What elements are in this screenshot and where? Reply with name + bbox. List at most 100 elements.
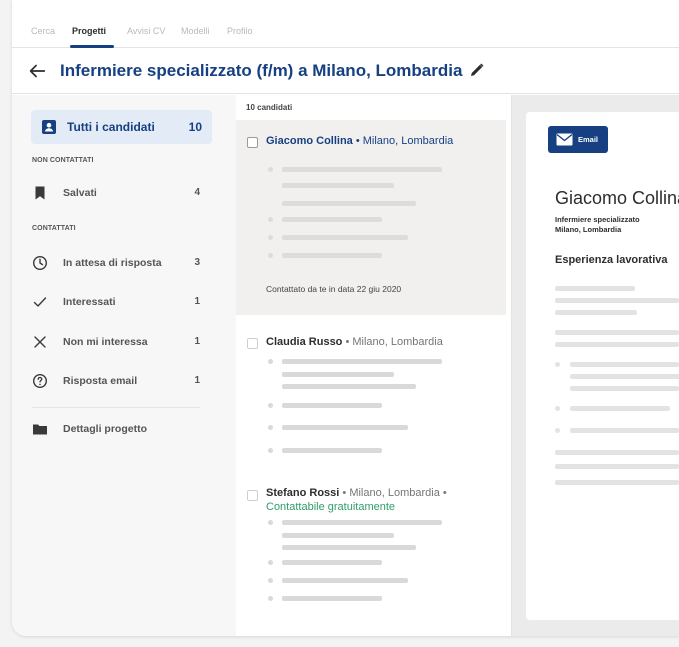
placeholder-line [282, 372, 394, 377]
placeholder-line [282, 425, 408, 430]
candidate-preview: Email Giacomo Collina Infermiere special… [526, 112, 679, 620]
placeholder-dot [268, 448, 273, 453]
tab-progetti[interactable]: Progetti [72, 26, 106, 36]
placeholder-dot [268, 596, 273, 601]
candidate-name-line[interactable]: Stefano Rossi • Milano, Lombardia • [266, 487, 447, 499]
sidebar-item-label: In attesa di risposta [63, 257, 162, 269]
sidebar-item-label: Salvati [63, 187, 97, 199]
placeholder-line [555, 310, 637, 315]
tab-modelli[interactable]: Modelli [181, 26, 210, 36]
placeholder-dot [268, 253, 273, 258]
candidate-checkbox[interactable] [247, 137, 258, 148]
placeholder-dot [268, 217, 273, 222]
placeholder-line [282, 596, 382, 601]
tab-profilo[interactable]: Profilo [227, 26, 253, 36]
sidebar-item-all-candidates[interactable]: Tutti i candidati 10 [31, 110, 212, 144]
sidebar-divider [32, 407, 200, 408]
placeholder-line [282, 384, 416, 389]
preview-location: Milano, Lombardia [555, 225, 622, 234]
tab-avvisi-cv[interactable]: Avvisi CV [127, 26, 165, 36]
placeholder-line [282, 253, 382, 258]
candidate-name-line[interactable]: Giacomo Collina • Milano, Lombardia [266, 135, 453, 147]
sidebar-item-label: Interessati [63, 296, 116, 308]
placeholder-line [555, 450, 679, 455]
free-contact-label: Contattabile gratuitamente [266, 501, 396, 513]
placeholder-line [555, 330, 679, 335]
sidebar-item-project-details[interactable]: Dettagli progetto [32, 419, 202, 439]
arrow-left-icon[interactable] [26, 60, 48, 82]
preview-role: Infermiere specializzato [555, 215, 640, 224]
question-circle-icon [32, 373, 48, 389]
placeholder-dot [268, 359, 273, 364]
section-contacted: CONTATTATI [32, 225, 76, 232]
person-badge-icon [42, 120, 56, 134]
placeholder-line [282, 217, 382, 222]
sidebar-item-email-reply[interactable]: Risposta email 1 [32, 371, 202, 391]
placeholder-line [282, 359, 442, 364]
sidebar-item-label: Tutti i candidati [67, 120, 155, 134]
candidate-location: • Milano, Lombardia [352, 135, 454, 147]
sidebar-item-count: 1 [194, 375, 200, 386]
candidate-count: 10 candidati [246, 103, 293, 112]
candidate-checkbox[interactable] [247, 338, 258, 349]
placeholder-line [570, 374, 679, 379]
page-title: Infermiere specializzato (f/m) a Milano,… [60, 61, 463, 80]
placeholder-dot [268, 578, 273, 583]
placeholder-line [555, 464, 679, 469]
placeholder-dot [555, 428, 560, 433]
placeholder-dot [268, 167, 273, 172]
placeholder-line [282, 167, 442, 172]
sidebar-item-label: Non mi interessa [63, 336, 148, 348]
sidebar-item-count: 10 [188, 120, 202, 134]
placeholder-line [570, 362, 679, 367]
sidebar-item-count: 1 [194, 296, 200, 307]
placeholder-line [282, 235, 408, 240]
sidebar-item-not-interested[interactable]: Non mi interessa 1 [32, 332, 202, 352]
candidate-name-line[interactable]: Claudia Russo • Milano, Lombardia [266, 336, 443, 348]
preview-name: Giacomo Collina [555, 188, 679, 208]
candidate-list: 10 candidati Giacomo Collina • Milano, L… [236, 95, 512, 636]
placeholder-dot [268, 560, 273, 565]
sidebar-item-interested[interactable]: Interessati 1 [32, 292, 202, 312]
email-button[interactable]: Email [548, 126, 608, 153]
section-not-contacted: NON CONTATTATI [32, 157, 94, 164]
contacted-date: Contattato da te in data 22 giu 2020 [266, 284, 402, 294]
placeholder-line [555, 286, 635, 291]
tab-cerca[interactable]: Cerca [31, 26, 55, 36]
close-icon [34, 336, 46, 348]
placeholder-dot [268, 403, 273, 408]
candidate-location: • Milano, Lombardia [342, 336, 443, 348]
placeholder-line [555, 342, 679, 347]
placeholder-line [282, 533, 394, 538]
placeholder-line [282, 520, 442, 525]
sidebar-item-count: 4 [194, 187, 200, 198]
sidebar: Tutti i candidati 10 NON CONTATTATI Salv… [12, 95, 236, 636]
candidate-card[interactable]: Giacomo Collina • Milano, Lombardia Cont… [236, 120, 506, 315]
placeholder-line [282, 183, 394, 188]
envelope-icon [556, 133, 573, 146]
top-nav: Cerca Progetti Avvisi CV Modelli Profilo [12, 0, 679, 48]
email-button-label: Email [578, 135, 599, 144]
placeholder-line [570, 386, 679, 391]
placeholder-line [282, 560, 382, 565]
title-bar: Infermiere specializzato (f/m) a Milano,… [12, 48, 679, 94]
sidebar-item-count: 1 [194, 336, 200, 347]
placeholder-line [555, 480, 679, 485]
candidate-name: Giacomo Collina [266, 135, 353, 147]
candidate-location: • Milano, Lombardia • [339, 487, 447, 499]
pencil-icon[interactable] [468, 61, 486, 79]
sidebar-item-pending[interactable]: In attesa di risposta 3 [32, 253, 202, 273]
candidate-card[interactable]: Stefano Rossi • Milano, Lombardia • Cont… [236, 479, 506, 619]
placeholder-dot [268, 520, 273, 525]
check-icon [33, 297, 47, 307]
candidate-card[interactable]: Claudia Russo • Milano, Lombardia [236, 327, 506, 467]
preview-section-title: Esperienza lavorativa [555, 254, 668, 266]
sidebar-item-saved[interactable]: Salvati 4 [32, 183, 202, 203]
sidebar-item-count: 3 [194, 257, 200, 268]
placeholder-line [570, 428, 679, 433]
candidate-name: Claudia Russo [266, 336, 343, 348]
placeholder-line [282, 201, 416, 206]
placeholder-dot [555, 406, 560, 411]
candidate-checkbox[interactable] [247, 490, 258, 501]
sidebar-item-label: Dettagli progetto [63, 423, 147, 435]
